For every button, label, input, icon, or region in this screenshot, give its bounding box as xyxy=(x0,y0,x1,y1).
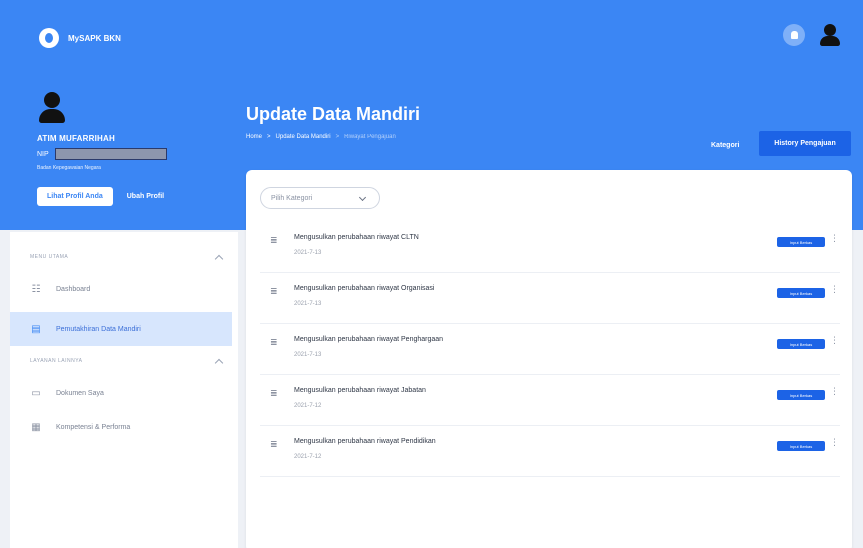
breadcrumb-update[interactable]: Update Data Mandiri xyxy=(276,134,331,140)
nip-redacted-box xyxy=(54,148,167,160)
document-icon: ≣ xyxy=(270,440,278,450)
request-date: 2021-7-13 xyxy=(294,250,322,256)
more-vertical-icon[interactable]: ⋮ xyxy=(830,387,839,397)
sidebar-item-label: Dokumen Saya xyxy=(56,389,104,397)
document-icon: ▤ xyxy=(31,323,41,335)
history-pengajuan-button[interactable]: History Pengajuan xyxy=(759,131,851,156)
category-select[interactable]: Pilih Kategori xyxy=(260,187,380,209)
sidebar-section-main-label: MENU UTAMA xyxy=(30,254,69,260)
request-title: Mengusulkan perubahaan riwayat Jabatan xyxy=(294,387,426,394)
chevron-up-icon xyxy=(214,358,224,367)
request-title: Mengusulkan perubahaan riwayat Pendidika… xyxy=(294,438,436,445)
status-badge: Input Berkas xyxy=(777,441,825,451)
document-icon: ≣ xyxy=(270,338,278,348)
list-item[interactable]: ≣ Mengusulkan perubahaan riwayat Penghar… xyxy=(260,324,840,375)
status-badge: Input Berkas xyxy=(777,390,825,400)
list-item[interactable]: ≣ Mengusulkan perubahaan riwayat Pendidi… xyxy=(260,426,840,477)
sidebar: MENU UTAMA ☷ Dashboard ▤ Pemutakhiran Da… xyxy=(10,232,238,548)
profile-agency: Badan Kepegawaian Negara xyxy=(37,165,101,171)
profile-avatar-icon xyxy=(37,92,67,124)
kategori-link[interactable]: Kategori xyxy=(711,142,739,149)
profile-card: ATIM MUFARRIHAH NIP Badan Kepegawaian Ne… xyxy=(37,92,167,206)
profile-name: ATIM MUFARRIHAH xyxy=(37,134,115,143)
chevron-down-icon xyxy=(358,193,367,202)
sidebar-section-services-label: LAYANAN LAINNYA xyxy=(30,358,83,364)
sidebar-item-label: Dashboard xyxy=(56,285,91,293)
request-title: Mengusulkan perubahaan riwayat Organisas… xyxy=(294,285,435,292)
sidebar-item-label: Pemutakhiran Data Mandiri xyxy=(56,325,141,333)
performance-icon: ▦ xyxy=(31,421,41,433)
sidebar-item-label: Kompetensi & Performa xyxy=(56,423,131,431)
sidebar-item-kompetensi[interactable]: ▦ Kompetensi & Performa xyxy=(10,410,238,444)
status-badge: Input Berkas xyxy=(777,339,825,349)
breadcrumb-separator: > xyxy=(335,134,340,140)
request-list: ≣ Mengusulkan perubahaan riwayat CLTN 20… xyxy=(260,222,840,477)
sidebar-section-main[interactable]: MENU UTAMA xyxy=(10,242,238,272)
app-name: MySAPK BKN xyxy=(68,33,121,43)
status-badge: Input Berkas xyxy=(777,237,825,247)
request-title: Mengusulkan perubahaan riwayat Pengharga… xyxy=(294,336,444,343)
category-select-placeholder: Pilih Kategori xyxy=(271,194,313,202)
folder-icon: ▭ xyxy=(31,387,41,399)
sidebar-item-pemutakhiran[interactable]: ▤ Pemutakhiran Data Mandiri xyxy=(10,312,232,346)
sidebar-item-dashboard[interactable]: ☷ Dashboard xyxy=(10,272,238,306)
list-item[interactable]: ≣ Mengusulkan perubahaan riwayat Organis… xyxy=(260,273,840,324)
more-vertical-icon[interactable]: ⋮ xyxy=(830,336,839,346)
request-date: 2021-7-13 xyxy=(294,301,322,307)
user-avatar-icon[interactable] xyxy=(817,22,843,48)
request-panel: Pilih Kategori ≣ Mengusulkan perubahaan … xyxy=(246,170,852,548)
profile-nip: NIP xyxy=(37,148,167,160)
list-item[interactable]: ≣ Mengusulkan perubahaan riwayat CLTN 20… xyxy=(260,222,840,273)
more-vertical-icon[interactable]: ⋮ xyxy=(830,438,839,448)
page-title: Update Data Mandiri xyxy=(246,104,421,124)
notification-bell-icon[interactable] xyxy=(783,24,805,46)
nip-label: NIP xyxy=(37,150,49,158)
chevron-up-icon xyxy=(214,254,224,263)
request-date: 2021-7-12 xyxy=(294,454,322,460)
list-item[interactable]: ≣ Mengusulkan perubahaan riwayat Jabatan… xyxy=(260,375,840,426)
logo-icon xyxy=(39,28,59,48)
breadcrumb-home[interactable]: Home xyxy=(246,134,262,140)
more-vertical-icon[interactable]: ⋮ xyxy=(830,285,839,295)
request-date: 2021-7-12 xyxy=(294,403,322,409)
breadcrumb-separator: > xyxy=(267,134,271,140)
more-vertical-icon[interactable]: ⋮ xyxy=(830,234,839,244)
dashboard-icon: ☷ xyxy=(31,283,41,295)
request-date: 2021-7-13 xyxy=(294,352,322,358)
document-icon: ≣ xyxy=(270,287,278,297)
breadcrumb: Home > Update Data Mandiri > Riwayat Pen… xyxy=(246,134,396,140)
breadcrumb-current: Riwayat Pengajuan xyxy=(344,134,396,140)
document-icon: ≣ xyxy=(270,389,278,399)
request-title: Mengusulkan perubahaan riwayat CLTN xyxy=(294,234,419,241)
header-actions xyxy=(783,22,843,48)
sidebar-item-dokumen[interactable]: ▭ Dokumen Saya xyxy=(10,376,238,410)
app-logo[interactable]: MySAPK BKN xyxy=(39,28,121,48)
document-icon: ≣ xyxy=(270,236,278,246)
edit-profile-link[interactable]: Ubah Profil xyxy=(127,193,164,200)
view-profile-button[interactable]: Lihat Profil Anda xyxy=(37,187,113,206)
status-badge: Input Berkas xyxy=(777,288,825,298)
sidebar-section-services[interactable]: LAYANAN LAINNYA xyxy=(10,346,238,376)
